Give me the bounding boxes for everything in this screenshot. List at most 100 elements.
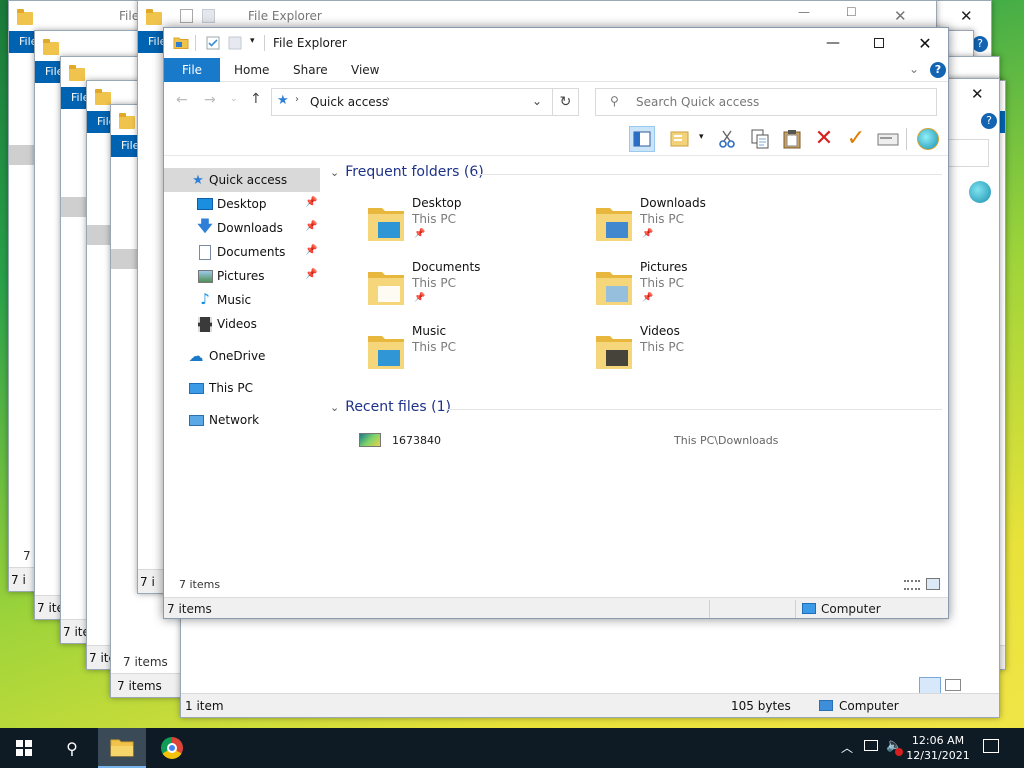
window-title: File Explorer: [273, 36, 347, 50]
details-view-icon[interactable]: [904, 580, 920, 590]
network-icon: [188, 412, 204, 428]
file-explorer-window[interactable]: ▾ File Explorer — ✕ File Home Share View…: [163, 27, 949, 619]
clock[interactable]: 12:06 AM 12/31/2021: [905, 733, 971, 763]
new-folder-icon[interactable]: [202, 9, 215, 23]
delete-button[interactable]: ✕: [811, 126, 837, 152]
sidebar-item-this-pc[interactable]: This PC: [164, 376, 320, 400]
navigation-pane-button[interactable]: [629, 126, 655, 152]
taskbar-chrome[interactable]: [148, 728, 196, 768]
taskbar-file-explorer[interactable]: [98, 728, 146, 768]
back-icon[interactable]: ←: [176, 92, 188, 108]
copy-button[interactable]: [747, 126, 773, 152]
computer-label: Computer: [821, 602, 881, 616]
frequent-folders-header[interactable]: ⌄ Frequent folders (6): [330, 164, 484, 180]
content-pane: ⌄ Frequent folders (6) Desktop This PC 📌 Do…: [179, 156, 948, 594]
cut-button[interactable]: [714, 126, 740, 152]
sidebar-item-label: This PC: [209, 381, 253, 395]
sidebar-item-videos[interactable]: Videos: [164, 312, 320, 336]
sidebar-item-documents[interactable]: Documents 📌: [164, 240, 320, 264]
sidebar-item-music[interactable]: ♪ Music: [164, 288, 320, 312]
folder-name: Pictures: [640, 260, 688, 274]
tiles-view-icon[interactable]: [926, 578, 940, 590]
minimize-button[interactable]: —: [810, 28, 856, 58]
refresh-icon: ↻: [559, 94, 572, 110]
tiles-view-icon[interactable]: [945, 679, 961, 691]
pin-icon[interactable]: 📌: [305, 221, 317, 232]
sidebar-item-onedrive[interactable]: ☁ OneDrive: [164, 344, 320, 368]
folder-tile[interactable]: Desktop This PC 📌: [354, 196, 574, 256]
chevron-up-icon[interactable]: ︿: [841, 739, 853, 756]
chrome-icon: [161, 737, 183, 759]
list-item[interactable]: 1673840 This PC\Downloads: [354, 428, 944, 450]
picture-icon: [197, 268, 213, 284]
folder-name: Documents: [412, 260, 481, 274]
sidebar-item-label: Music: [217, 293, 252, 307]
expand-ribbon-icon[interactable]: ⌄: [909, 62, 919, 76]
search-button[interactable]: ⚲: [48, 728, 96, 768]
folder-tile[interactable]: Videos This PC: [582, 324, 802, 384]
recent-locations-icon[interactable]: ⌄: [230, 94, 238, 104]
help-icon[interactable]: ?: [930, 62, 946, 78]
folder-location: This PC: [412, 276, 456, 290]
folder-tile[interactable]: Pictures This PC 📌: [582, 260, 802, 320]
pin-icon[interactable]: 📌: [305, 197, 317, 208]
tab-share[interactable]: Share: [293, 58, 328, 82]
search-box[interactable]: ⚲ Search Quick access: [595, 88, 937, 116]
close-icon[interactable]: ✕: [894, 7, 907, 25]
folder-tile[interactable]: Music This PC: [354, 324, 574, 384]
network-icon[interactable]: [864, 740, 878, 751]
shell-icon: [917, 128, 939, 150]
file-name: 1673840: [392, 434, 441, 447]
properties-button[interactable]: [875, 126, 901, 152]
new-folder-icon[interactable]: [228, 36, 242, 50]
help-icon[interactable]: ?: [972, 36, 988, 52]
minimize-icon[interactable]: —: [798, 5, 810, 19]
sidebar-item-pictures[interactable]: Pictures 📌: [164, 264, 320, 288]
customize-qat-icon[interactable]: ▾: [250, 36, 255, 46]
star-icon: ★: [192, 172, 204, 188]
maximize-button[interactable]: [856, 28, 902, 58]
shell-button[interactable]: [915, 126, 941, 152]
folder-tile[interactable]: Downloads This PC 📌: [582, 196, 802, 256]
properties-icon[interactable]: [206, 36, 220, 50]
taskbar: ⚲ ︿ 🔈 12:06 AM 12/31/2021: [0, 728, 1024, 768]
paste-button[interactable]: [779, 126, 805, 152]
folder-icon: [594, 202, 634, 242]
sidebar-item-network[interactable]: Network: [164, 408, 320, 432]
file-path: This PC\Downloads: [674, 434, 779, 447]
folder-icon: [594, 266, 634, 306]
search-box[interactable]: [947, 139, 989, 167]
rename-check-button[interactable]: ✓: [843, 126, 869, 152]
tab-home[interactable]: Home: [234, 58, 269, 82]
tab-view[interactable]: View: [351, 58, 379, 82]
close-button[interactable]: ✕: [902, 28, 948, 58]
chevron-down-icon[interactable]: ⌄: [532, 94, 542, 108]
address-bar[interactable]: ★ › Quick access › ⌄: [271, 88, 553, 116]
maximize-icon[interactable]: ☐: [846, 5, 857, 19]
shell-icon[interactable]: [969, 181, 991, 203]
up-icon[interactable]: ↑: [250, 91, 262, 107]
search-input[interactable]: Search Quick access: [636, 95, 759, 109]
notification-icon[interactable]: [983, 739, 999, 753]
refresh-button[interactable]: ↻: [553, 88, 579, 116]
pin-icon[interactable]: 📌: [305, 269, 317, 280]
breadcrumb-quick-access[interactable]: Quick access: [310, 95, 388, 109]
sidebar-item-downloads[interactable]: 🡇 Downloads 📌: [164, 216, 320, 240]
start-button[interactable]: [0, 728, 48, 768]
pin-icon[interactable]: 📌: [305, 245, 317, 256]
help-icon[interactable]: ?: [981, 113, 997, 129]
layout-dropdown-icon[interactable]: ▾: [699, 132, 704, 142]
folder-icon: [173, 36, 189, 50]
tab-file[interactable]: File: [164, 58, 220, 82]
close-icon[interactable]: ✕: [960, 7, 973, 25]
close-icon[interactable]: ✕: [971, 85, 984, 103]
folder-tile[interactable]: Documents This PC 📌: [354, 260, 574, 320]
sidebar-item-desktop[interactable]: Desktop 📌: [164, 192, 320, 216]
sidebar-item-quick-access[interactable]: ★ Quick access: [164, 168, 320, 192]
properties-icon[interactable]: [180, 9, 193, 23]
folder-name: Videos: [640, 324, 680, 338]
title-bar[interactable]: ▾ File Explorer — ✕: [164, 28, 948, 58]
recent-files-header[interactable]: ⌄ Recent files (1): [330, 399, 451, 415]
layout-button[interactable]: [667, 126, 693, 152]
forward-icon[interactable]: →: [204, 92, 216, 108]
